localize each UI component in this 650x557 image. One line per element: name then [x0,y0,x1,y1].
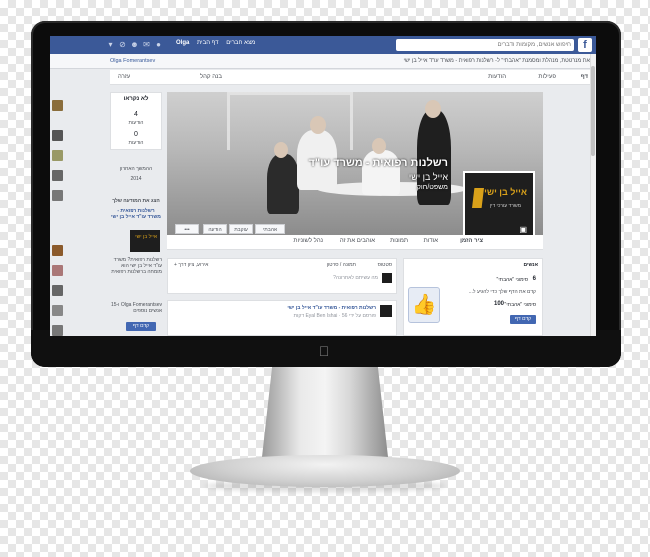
cover-person-head [310,116,326,134]
facebook-logo-icon[interactable]: f [578,38,592,52]
composer-event[interactable]: אירוע, ציון דרך + [174,262,208,268]
tab-notifications[interactable]: הודעות [488,70,506,84]
contact-avatar[interactable] [52,130,63,141]
admin-notice: את מנרטטת, מנהלת ומסמנת "אהבתי" ל- רשלנו… [403,58,590,64]
friend-requests-icon[interactable]: ☻ [130,40,139,49]
tab-activity[interactable]: פעילות [538,70,556,84]
cover-person-head [425,100,441,118]
promo-text: רשלנות רפואית? משרד עו"ד אייל בן ישי הוא… [111,257,162,275]
facebook-page-screen: f חיפוש אנשים, מקומות ודברים מצא חברים ד… [50,36,596,336]
unread-box: לא נקראו 4 הודעות 0 הודעות [110,92,162,150]
cover-page-category[interactable]: משפט/חוק [417,184,448,191]
promo-likes: Olga Fomerantsev ו-15 אנשים נוספים [110,302,162,314]
contact-avatar[interactable] [52,190,63,201]
notifications-label[interactable]: הודעות [111,140,161,146]
left-column: לא נקראו 4 הודעות 0 הודעות ההמשך האחרון … [110,92,162,336]
lock-icon[interactable]: ⊘ [118,40,127,49]
cover-person-head [372,138,386,154]
contact-avatar[interactable] [52,325,63,336]
tab-timeline[interactable]: ציר הזמן [460,238,483,244]
notifications-count: 0 [134,131,138,138]
camera-icon[interactable]: ▣ [519,225,527,234]
account-name[interactable]: Olga Fomerantsev [110,54,155,68]
year-label[interactable]: 2014 [110,176,162,182]
promote-page-button-2[interactable]: קדם דף [510,315,536,324]
contact-avatar[interactable] [52,150,63,161]
cover-person [267,154,299,214]
cover-page-title: רשלנות רפואית - משרד עו"ד [308,157,448,169]
cover-photo[interactable]: רשלנות רפואית - משרד עו"ד אייל בן ישי מש… [167,92,543,235]
post-meta: פורסם על ידי Eyal Ben Ishai · 56 דקות [293,313,376,319]
tab-photos[interactable]: תמונות [390,238,408,244]
likes-count: 6 [532,276,536,282]
cover-person-head [274,142,288,158]
composer-box: סטטוס תמונה / סרטון אירוע, ציון דרך + מה… [167,258,397,294]
cover-page-subtitle: אייל בן ישי [408,172,448,182]
messages-label[interactable]: הודעות [111,120,161,126]
settings-icon[interactable]: ▾ [106,40,115,49]
contact-avatar[interactable] [52,100,63,111]
follow-button[interactable]: עוקבת [229,224,253,234]
target-count: 100 [493,301,504,307]
more-button[interactable]: ••• [175,224,199,234]
promo-logo-text: אייל בן ישי [135,234,157,240]
tab-about[interactable]: אודות [424,238,438,244]
promo-thumbnail: אייל בן ישי [130,230,160,252]
promote-page-button[interactable]: קדם דף [126,322,156,331]
thumbs-up-icon: 👍 [408,287,440,323]
tab-manage[interactable]: נהל לשוניות [293,238,323,244]
promote-prompt: קדם את הדף שלך כדי להגיע ל... [468,289,536,295]
post-avatar[interactable] [380,305,392,317]
globe-icon[interactable]: ● [154,40,163,49]
home-link[interactable]: דף הבית [197,40,219,46]
tab-likes[interactable]: אוהבים את זה [340,238,375,244]
top-nav: מצא חברים דף הבית Olga [170,40,255,46]
contact-avatar[interactable] [52,265,63,276]
people-header: אנשים [523,262,538,268]
composer-photo[interactable]: תמונה / סרטון [327,262,356,268]
like-button[interactable]: אהבתי [255,224,285,234]
message-button[interactable]: הודעה [203,224,227,234]
tab-page[interactable]: דף [581,70,588,84]
tab-insights[interactable]: בנה קהל [200,70,222,84]
page-subnav: דף פעילות הודעות בנה קהל עזרה [110,70,596,85]
target-label: סימוני "אהבתי" [504,302,536,308]
monitor-stand [262,367,388,457]
messages-icon[interactable]: ✉ [142,40,151,49]
promo-page-name[interactable]: רשלנות רפואית - משרד עו"ד אייל בן ישי [110,208,162,220]
promo-heading: הצג את המודעה שלך [112,198,160,204]
composer-input[interactable]: מה עשיתם לאחרונה? [333,275,378,281]
composer-avatar [382,273,392,283]
contact-avatar[interactable] [52,305,63,316]
likes-label: סימוני "אהבתי" [496,277,528,283]
user-link[interactable]: Olga [176,40,189,46]
page-admin-bar: את מנרטטת, מנהלת ומסמנת "אהבתי" ל- רשלנו… [50,54,596,69]
chat-sidebar [50,70,66,336]
find-friends-link[interactable]: מצא חברים [226,40,255,46]
recent-label[interactable]: ההמשך האחרון [110,166,162,172]
scrollbar-thumb[interactable] [591,66,595,156]
messages-count: 4 [134,111,138,118]
profile-picture[interactable]: אייל בן ישי משרד עורכי דין ▣ [463,171,535,235]
search-input[interactable]: חיפוש אנשים, מקומות ודברים [396,39,574,51]
facebook-topbar: f חיפוש אנשים, מקומות ודברים מצא חברים ד… [50,36,596,54]
logo-mark-icon [472,188,484,208]
contact-avatar[interactable] [52,170,63,181]
post-page-name[interactable]: רשלנות רפואית - משרד עו"ד אייל בן ישי [287,305,376,311]
contact-avatar[interactable] [52,245,63,256]
logo-subtitle: משרד עורכי דין [489,203,521,209]
monitor-stand-base [190,455,460,487]
unread-title: לא נקראו [123,96,149,102]
help-dropdown[interactable]: עזרה [118,70,130,84]
people-card: אנשים 6 סימוני "אהבתי" קדם את הדף שלך כד… [403,258,543,336]
apple-logo-icon:  [316,343,332,359]
post-card: רשלנות רפואית - משרד עו"ד אייל בן ישי פו… [167,300,397,336]
logo-name: אייל בן ישי [484,187,527,197]
contact-avatar[interactable] [52,285,63,296]
composer-status[interactable]: סטטוס [378,262,392,268]
page-tabs: ציר הזמן אודות תמונות אוהבים את זה נהל ל… [167,235,543,250]
